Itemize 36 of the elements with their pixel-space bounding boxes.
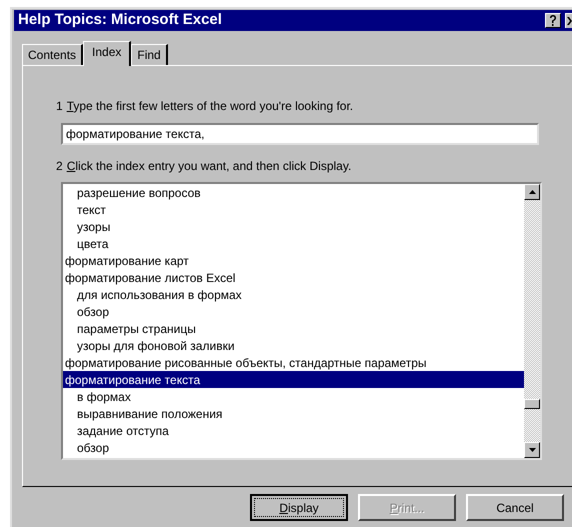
index-entry[interactable]: текст [63, 201, 524, 218]
index-entry[interactable]: задание отступа [63, 422, 524, 439]
search-field[interactable]: форматирование текста, [61, 123, 539, 145]
step-number: 1 [56, 98, 63, 115]
index-entry[interactable]: разрешение вопросов [63, 184, 524, 201]
scroll-up-button[interactable] [524, 184, 540, 200]
down-arrow-icon [528, 448, 536, 452]
up-arrow-icon [528, 190, 536, 194]
close-button[interactable] [565, 13, 572, 28]
index-entry[interactable]: форматирование рисованные объекты, стандартные параметры [63, 354, 524, 371]
help-button[interactable] [545, 13, 561, 28]
index-entry[interactable]: для использования в формах [63, 286, 524, 303]
index-entry[interactable]: форматирование текста [63, 371, 524, 388]
dialog-button[interactable]: Display [250, 494, 348, 521]
step-number: 2 [56, 158, 63, 175]
index-entry[interactable]: в формах [63, 388, 524, 405]
step-label: Type the first few letters of the word you're looking for. [66, 98, 354, 115]
step-label: Click the index entry you want, and then click Display. [66, 158, 352, 175]
index-entry[interactable]: цвета [63, 235, 524, 252]
scrollbar[interactable] [524, 184, 540, 458]
dialog-button[interactable]: Cancel [466, 494, 564, 521]
index-entry[interactable]: выравнивание положения [63, 405, 524, 422]
help-icon [549, 15, 557, 26]
tab[interactable]: Contents [22, 44, 84, 65]
window-title: Help Topics: Microsoft Excel [18, 10, 223, 30]
scroll-thumb[interactable] [524, 399, 540, 409]
tab[interactable]: Find [131, 44, 168, 65]
index-entry[interactable]: обзор [63, 303, 524, 320]
index-entry[interactable]: обзор [63, 439, 524, 456]
index-entry[interactable]: форматирование карт [63, 252, 524, 269]
index-entry[interactable]: параметры страницы [63, 320, 524, 337]
scroll-down-button[interactable] [524, 442, 540, 458]
tab[interactable]: Index [83, 41, 132, 66]
index-entry[interactable]: узоры [63, 218, 524, 235]
index-entry[interactable]: форматирование листов Excel [63, 269, 524, 286]
index-entry[interactable]: узоры для фоновой заливки [63, 337, 524, 354]
